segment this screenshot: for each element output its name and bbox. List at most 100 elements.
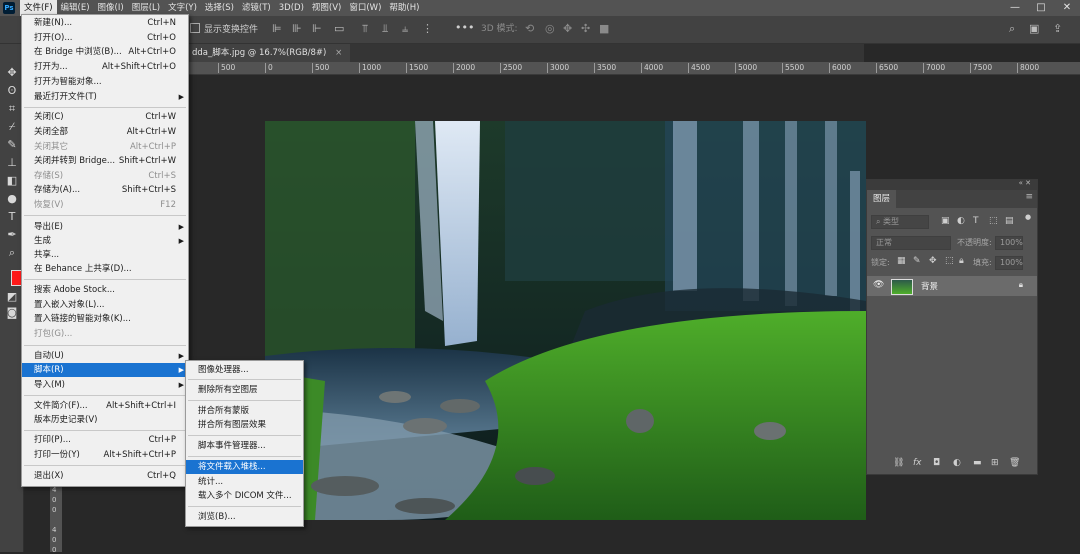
new-layer-icon[interactable]: ⊞ (991, 458, 999, 468)
quick-mask-icon[interactable]: ◙ (5, 306, 19, 320)
align-right-icon[interactable]: ⊩ (312, 22, 322, 36)
brush-tool-icon[interactable]: ✎ (5, 138, 19, 152)
filter-pixel-icon[interactable]: ▣ (941, 216, 950, 226)
maximize-button[interactable]: □ (1028, 0, 1054, 16)
orbit-3d-icon[interactable]: ⟲ (525, 22, 534, 36)
lock-transparent-icon[interactable]: ▦ (897, 256, 906, 266)
menu-item-print[interactable]: 打印(P)... Ctrl+P (22, 433, 188, 447)
script-item-browse[interactable]: 浏览(B)... (186, 510, 303, 524)
fill-input[interactable]: 100% (995, 256, 1023, 270)
zoom-tool-icon[interactable]: ⌕ (5, 246, 19, 260)
script-item-statistics[interactable]: 统计... (186, 475, 303, 489)
menu-3d[interactable]: 3D(D) (275, 0, 308, 16)
add-mask-icon[interactable]: ◘ (933, 458, 940, 468)
camera-3d-icon[interactable]: ■ (599, 22, 609, 36)
opacity-input[interactable]: 100% (995, 236, 1023, 250)
script-item-flatten-masks[interactable]: 拼合所有蒙版 (186, 404, 303, 418)
more-options-button[interactable]: ••• (455, 21, 474, 34)
menu-item-close-all[interactable]: 关闭全部 Alt+Ctrl+W (22, 125, 188, 139)
workspace-icon[interactable]: ▣ (1029, 22, 1039, 36)
script-item-image-processor[interactable]: 图像处理器... (186, 363, 303, 377)
move-tool-icon[interactable]: ✥ (5, 66, 19, 80)
lock-artboard-icon[interactable]: ⬚ (945, 256, 954, 266)
pen-tool-icon[interactable]: ✒ (5, 228, 19, 242)
menu-item-share[interactable]: 共享... (22, 248, 188, 262)
script-item-flatten-effects[interactable]: 拼合所有图层效果 (186, 418, 303, 432)
align-left-icon[interactable]: ⊫ (272, 22, 282, 36)
menu-window[interactable]: 窗口(W) (345, 0, 385, 16)
menu-item-generate[interactable]: 生成 ▶ (22, 234, 188, 248)
script-item-load-files-stack[interactable]: 将文件载入堆栈... (186, 460, 303, 474)
roll-3d-icon[interactable]: ◎ (545, 22, 555, 36)
menu-item-file-info[interactable]: 文件简介(F)... Alt+Shift+Ctrl+I (22, 399, 188, 413)
close-window-button[interactable]: ✕ (1054, 0, 1080, 16)
search-icon[interactable]: ⌕ (1009, 22, 1015, 36)
panel-menu-icon[interactable]: ≡ (1025, 192, 1033, 202)
filter-shape-icon[interactable]: ⬚ (989, 216, 998, 226)
show-transform-checkbox[interactable]: 显示变换控件 (190, 23, 258, 37)
filter-kind-select[interactable]: ⌕ 类型 (871, 215, 929, 229)
script-item-events-manager[interactable]: 脚本事件管理器... (186, 439, 303, 453)
minimize-button[interactable]: — (1002, 0, 1028, 16)
menu-item-close-go-bridge[interactable]: 关闭并转到 Bridge... Shift+Ctrl+W (22, 154, 188, 168)
menu-item-scripts[interactable]: 脚本(R) ▶ (22, 363, 188, 377)
menu-item-import[interactable]: 导入(M) ▶ (22, 378, 188, 392)
script-item-delete-empty-layers[interactable]: 删除所有空图层 (186, 383, 303, 397)
distribute-icon[interactable]: ⋮ (422, 22, 433, 36)
collapse-panel-icon[interactable]: « ✕ (1019, 179, 1031, 187)
layer-style-icon[interactable]: fx (913, 458, 922, 468)
pan-3d-icon[interactable]: ✥ (563, 22, 572, 36)
eraser-tool-icon[interactable]: ◧ (5, 174, 19, 188)
menu-item-share-behance[interactable]: 在 Behance 上共享(D)... (22, 262, 188, 276)
filter-type-icon[interactable]: T (973, 216, 979, 226)
menu-item-open-smart-object[interactable]: 打开为智能对象... (22, 75, 188, 89)
menu-item-place-linked[interactable]: 置入链接的智能对象(K)... (22, 312, 188, 326)
menu-item-automate[interactable]: 自动(U) ▶ (22, 349, 188, 363)
menu-item-print-one[interactable]: 打印一份(Y) Alt+Shift+Ctrl+P (22, 448, 188, 462)
menu-item-new[interactable]: 新建(N)... Ctrl+N (22, 16, 188, 30)
align-center-icon[interactable]: ⊪ (292, 22, 302, 36)
new-group-icon[interactable]: ▬ (973, 458, 982, 468)
delete-layer-icon[interactable]: 🗑︎ (1009, 458, 1020, 468)
swap-colors-icon[interactable]: ◩ (5, 290, 19, 304)
eyedropper-tool-icon[interactable]: ⌿ (5, 120, 19, 134)
layer-row-background[interactable]: 👁︎ 背景 🔒︎ (867, 276, 1037, 296)
lock-pixels-icon[interactable]: ✎ (913, 256, 921, 266)
menu-item-search-stock[interactable]: 搜索 Adobe Stock... (22, 283, 188, 297)
menu-view[interactable]: 视图(V) (308, 0, 345, 16)
canvas-image[interactable] (265, 121, 866, 520)
share-icon[interactable]: ⇪ (1053, 22, 1062, 36)
menu-item-exit[interactable]: 退出(X) Ctrl+Q (22, 469, 188, 483)
lasso-tool-icon[interactable]: ʘ (5, 84, 19, 98)
lock-position-icon[interactable]: ✥ (929, 256, 937, 266)
menu-item-export[interactable]: 导出(E) ▶ (22, 220, 188, 234)
align-vcenter-icon[interactable]: ⫫ (382, 22, 388, 36)
close-tab-icon[interactable]: × (335, 48, 342, 58)
menu-item-browse-bridge[interactable]: 在 Bridge 中浏览(B)... Alt+Ctrl+O (22, 45, 188, 59)
lock-all-icon[interactable]: 🔒︎ (959, 256, 964, 266)
slide-3d-icon[interactable]: ✣ (581, 22, 590, 36)
align-bottom-icon[interactable]: ⫨ (402, 22, 408, 36)
crop-tool-icon[interactable]: ⌗ (5, 102, 19, 116)
blend-mode-select[interactable]: 正常 (871, 236, 951, 250)
menu-item-recent-files[interactable]: 最近打开文件(T) ▶ (22, 90, 188, 104)
stamp-tool-icon[interactable]: ⊥ (5, 156, 19, 170)
menu-item-open-as[interactable]: 打开为... Alt+Shift+Ctrl+O (22, 60, 188, 74)
document-tab[interactable]: dda_脚本.jpg @ 16.7%(RGB/8#) × (184, 44, 351, 62)
menu-item-place-embedded[interactable]: 置入嵌入对象(L)... (22, 298, 188, 312)
dodge-tool-icon[interactable]: ● (5, 192, 19, 206)
script-item-load-dicom[interactable]: 载入多个 DICOM 文件... (186, 489, 303, 503)
align-middle-icon[interactable]: ▭ (334, 22, 344, 36)
menu-item-close[interactable]: 关闭(C) Ctrl+W (22, 110, 188, 124)
visibility-eye-icon[interactable]: 👁︎ (873, 280, 884, 290)
menu-item-version-history[interactable]: 版本历史记录(V) (22, 413, 188, 427)
align-top-icon[interactable]: ⫪ (362, 22, 368, 36)
filter-toggle-icon[interactable]: ● (1025, 213, 1031, 221)
menu-item-open[interactable]: 打开(O)... Ctrl+O (22, 31, 188, 45)
tab-layers[interactable]: 图层 (867, 190, 897, 208)
text-tool-icon[interactable]: T (5, 210, 19, 224)
link-layers-icon[interactable]: ⛓︎ (893, 458, 904, 468)
menu-item-save-as[interactable]: 存储为(A)... Shift+Ctrl+S (22, 183, 188, 197)
adjustment-layer-icon[interactable]: ◐ (953, 458, 961, 468)
filter-smart-object-icon[interactable]: ▤ (1005, 216, 1014, 226)
